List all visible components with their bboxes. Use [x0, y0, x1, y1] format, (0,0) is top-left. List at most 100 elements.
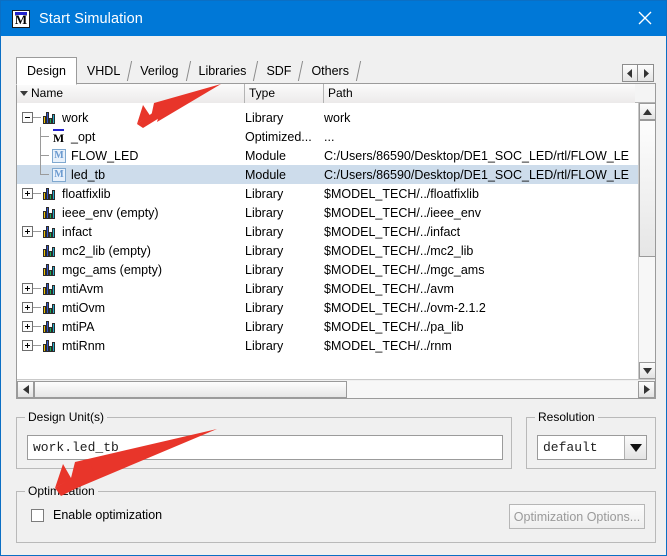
- tree-item-mtiovm[interactable]: mtiOvm: [17, 298, 245, 317]
- cell-type: Library: [245, 186, 284, 201]
- cell-type: Module: [245, 167, 286, 182]
- tab-others[interactable]: Others: [301, 58, 362, 84]
- expander-minus-icon[interactable]: [22, 112, 33, 123]
- tree-item-opt[interactable]: M _opt: [17, 127, 245, 146]
- tree-row-list[interactable]: work Library work M _opt Optimized... ..…: [17, 103, 639, 379]
- table-row[interactable]: ieee_env (empty) Library $MODEL_TECH/../…: [17, 203, 639, 222]
- cell-path: $MODEL_TECH/../pa_lib: [324, 319, 464, 334]
- tree-item-ieee-env[interactable]: ieee_env (empty): [17, 203, 245, 222]
- table-row[interactable]: mtiAvm Library $MODEL_TECH/../avm: [17, 279, 639, 298]
- chevron-down-icon[interactable]: [624, 436, 646, 459]
- resolution-value: default: [543, 440, 598, 455]
- cell-path: $MODEL_TECH/../infact: [324, 224, 461, 239]
- enable-optimization-row[interactable]: Enable optimization: [31, 508, 162, 522]
- table-row[interactable]: mtiRnm Library $MODEL_TECH/../rnm: [17, 336, 639, 355]
- tree-line: [40, 136, 49, 137]
- resolution-dropdown[interactable]: default: [537, 435, 647, 460]
- chevron-left-icon[interactable]: [622, 64, 638, 82]
- expander-plus-icon[interactable]: [22, 340, 33, 351]
- cell-path: C:/Users/86590/Desktop/DE1_SOC_LED/rtl/F…: [324, 148, 629, 163]
- column-header-path[interactable]: Path: [324, 84, 635, 103]
- tree-item-mtirnm[interactable]: mtiRnm: [17, 336, 245, 355]
- scroll-right-icon[interactable]: [638, 380, 655, 398]
- expander-plus-icon[interactable]: [22, 283, 33, 294]
- expander-plus-icon[interactable]: [22, 188, 33, 199]
- horizontal-scroll-thumb[interactable]: [34, 380, 347, 398]
- tree-line: [33, 193, 41, 194]
- enable-optimization-label: Enable optimization: [53, 508, 163, 522]
- tree-horizontal-scrollbar[interactable]: [17, 379, 655, 398]
- close-icon[interactable]: [622, 1, 666, 34]
- cell-type: Optimized...: [245, 129, 312, 144]
- tree-item-flow-led[interactable]: M FLOW_LED: [17, 146, 245, 165]
- enable-optimization-checkbox[interactable]: [31, 508, 44, 522]
- cell-type: Library: [245, 319, 284, 334]
- scroll-down-icon[interactable]: [639, 362, 656, 379]
- column-header-type-label: Type: [249, 86, 276, 100]
- cell-path: $MODEL_TECH/../avm: [324, 281, 454, 296]
- library-icon: [42, 301, 57, 315]
- scroll-up-icon[interactable]: [639, 103, 656, 120]
- vertical-scroll-thumb[interactable]: [639, 120, 656, 257]
- tree-item-led-tb[interactable]: M led_tb: [17, 165, 245, 184]
- tab-design[interactable]: Design: [16, 57, 77, 85]
- optimized-m-icon: M: [51, 129, 66, 145]
- module-m-icon: M: [52, 167, 66, 182]
- title-bar: M Start Simulation: [1, 1, 666, 36]
- chevron-right-icon[interactable]: [638, 64, 654, 82]
- tab-sdf-label: SDF: [266, 64, 292, 78]
- table-row[interactable]: mtiOvm Library $MODEL_TECH/../ovm-2.1.2: [17, 298, 639, 317]
- tab-strip: Design VHDL Verilog Libraries SDF Others: [16, 56, 656, 85]
- cell-type: Library: [245, 262, 284, 277]
- optimization-options-button[interactable]: Optimization Options...: [509, 504, 645, 529]
- table-row[interactable]: mtiPA Library $MODEL_TECH/../pa_lib: [17, 317, 639, 336]
- tree-item-mc2-lib[interactable]: mc2_lib (empty): [17, 241, 245, 260]
- optimization-options-label: Optimization Options...: [513, 509, 641, 524]
- tree-item-infact[interactable]: infact: [17, 222, 245, 241]
- design-unit-input[interactable]: work.led_tb: [27, 435, 503, 460]
- tree-line: [33, 345, 41, 346]
- table-row[interactable]: M _opt Optimized... ...: [17, 127, 639, 146]
- tree-line: [40, 174, 49, 175]
- horizontal-scroll-track[interactable]: [34, 380, 638, 398]
- tree-item-label: _opt: [71, 129, 96, 144]
- expander-plus-icon[interactable]: [22, 226, 33, 237]
- cell-type: Library: [245, 224, 284, 239]
- tree-item-label: mtiRnm: [62, 338, 106, 353]
- column-header-path-label: Path: [328, 86, 353, 100]
- tree-line: [33, 231, 41, 232]
- column-header-name[interactable]: Name: [17, 84, 245, 103]
- table-row[interactable]: M FLOW_LED Module C:/Users/86590/Desktop…: [17, 146, 639, 165]
- tree-item-label: led_tb: [71, 167, 106, 182]
- tab-sdf[interactable]: SDF: [256, 58, 304, 84]
- tree-item-label: mgc_ams (empty): [62, 262, 163, 277]
- tree-item-mtiavm[interactable]: mtiAvm: [17, 279, 245, 298]
- tree-line: [33, 269, 41, 270]
- tree-line: [33, 212, 41, 213]
- tree-item-mtipa[interactable]: mtiPA: [17, 317, 245, 336]
- table-row[interactable]: mc2_lib (empty) Library $MODEL_TECH/../m…: [17, 241, 639, 260]
- cell-path: $MODEL_TECH/../ovm-2.1.2: [324, 300, 486, 315]
- expander-plus-icon[interactable]: [22, 302, 33, 313]
- tab-scroll-buttons: [622, 64, 654, 82]
- tree-item-floatfixlib[interactable]: floatfixlib: [17, 184, 245, 203]
- expander-plus-icon[interactable]: [22, 321, 33, 332]
- table-row[interactable]: work Library work: [17, 108, 639, 127]
- tab-libraries[interactable]: Libraries: [189, 58, 259, 84]
- column-header-type[interactable]: Type: [245, 84, 324, 103]
- vertical-scroll-track[interactable]: [639, 120, 656, 362]
- tree-item-work[interactable]: work: [17, 108, 245, 127]
- table-row[interactable]: floatfixlib Library $MODEL_TECH/../float…: [17, 184, 639, 203]
- tab-list: Design VHDL Verilog Libraries SDF Others: [16, 57, 362, 85]
- table-row[interactable]: mgc_ams (empty) Library $MODEL_TECH/../m…: [17, 260, 639, 279]
- table-row[interactable]: infact Library $MODEL_TECH/../infact: [17, 222, 639, 241]
- cell-type: Module: [245, 148, 286, 163]
- scroll-left-icon[interactable]: [17, 380, 34, 398]
- table-row-selected[interactable]: M led_tb Module C:/Users/86590/Desktop/D…: [17, 165, 639, 184]
- tab-vhdl[interactable]: VHDL: [77, 58, 133, 84]
- tab-verilog[interactable]: Verilog: [130, 58, 191, 84]
- tree-item-label: mc2_lib (empty): [62, 243, 151, 258]
- resolution-legend: Resolution: [535, 410, 598, 424]
- tree-item-mgc-ams[interactable]: mgc_ams (empty): [17, 260, 245, 279]
- tree-vertical-scrollbar[interactable]: [638, 103, 656, 379]
